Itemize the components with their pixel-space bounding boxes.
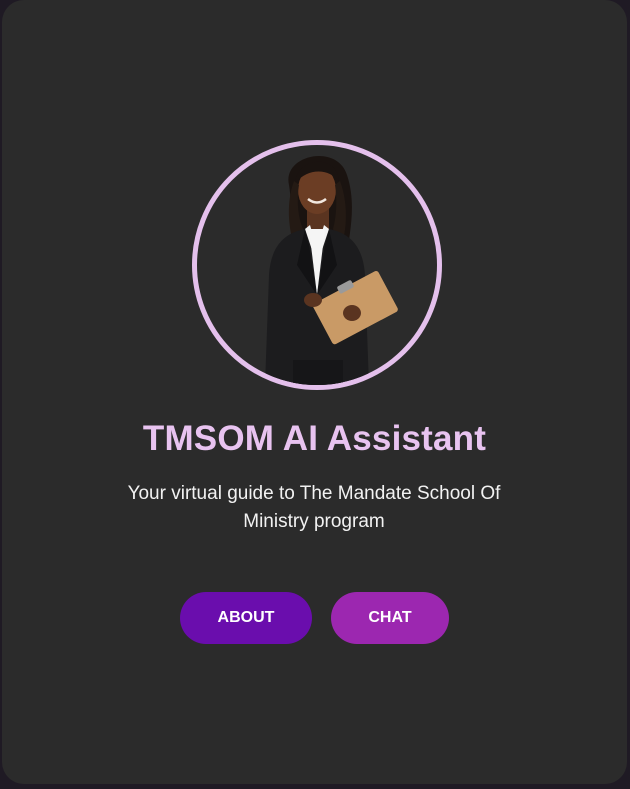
businesswoman-avatar-icon: [265, 156, 398, 385]
assistant-card: TMSOM AI Assistant Your virtual guide to…: [2, 0, 627, 784]
assistant-subtitle: Your virtual guide to The Mandate School…: [127, 483, 501, 532]
avatar: [192, 140, 442, 390]
chat-button[interactable]: CHAT: [331, 592, 449, 644]
assistant-title: TMSOM AI Assistant: [142, 419, 487, 458]
about-button[interactable]: ABOUT: [180, 592, 312, 644]
